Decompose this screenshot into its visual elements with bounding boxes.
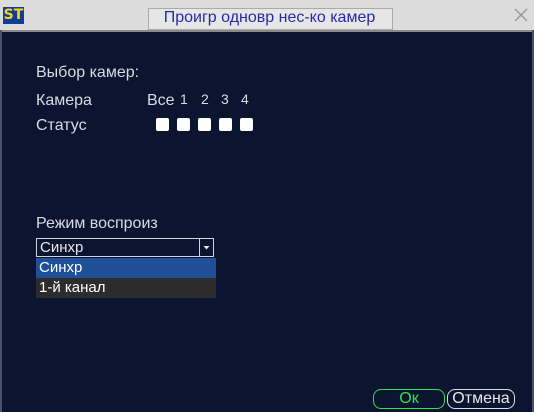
title-bar: ST Проигр одновр нес-ко камер bbox=[0, 0, 534, 32]
checkbox-all[interactable] bbox=[156, 118, 169, 131]
checkbox-camera-4[interactable] bbox=[240, 118, 253, 131]
checkbox-camera-2[interactable] bbox=[198, 118, 211, 131]
playback-mode-label: Режим воспроиз bbox=[36, 215, 158, 232]
playback-mode-select[interactable]: Синхр bbox=[36, 238, 214, 257]
frame-left bbox=[0, 30, 2, 412]
close-icon[interactable] bbox=[512, 6, 530, 24]
camera-select-label: Выбор камер: bbox=[36, 64, 140, 81]
chevron-down-icon bbox=[203, 246, 210, 250]
dropdown-option-sync[interactable]: Синхр bbox=[36, 258, 216, 278]
dropdown-option-first-channel[interactable]: 1-й канал bbox=[36, 278, 216, 298]
playback-mode-value: Синхр bbox=[40, 239, 84, 256]
checkbox-camera-3[interactable] bbox=[219, 118, 232, 131]
camera-number-3: 3 bbox=[221, 91, 229, 107]
status-label: Статус bbox=[36, 117, 87, 134]
ok-button[interactable]: Ок bbox=[373, 389, 445, 409]
camera-number-2: 2 bbox=[201, 91, 209, 107]
dropdown-arrow-button[interactable] bbox=[199, 239, 213, 256]
camera-number-1: 1 bbox=[180, 91, 188, 107]
checkbox-camera-1[interactable] bbox=[177, 118, 190, 131]
camera-label: Камера bbox=[36, 92, 92, 109]
camera-number-4: 4 bbox=[241, 91, 249, 107]
app-logo: ST bbox=[3, 7, 24, 24]
cancel-button[interactable]: Отмена bbox=[447, 389, 515, 409]
window-title: Проигр одновр нес-ко камер bbox=[163, 9, 376, 26]
all-cameras-label: Все bbox=[147, 92, 175, 109]
